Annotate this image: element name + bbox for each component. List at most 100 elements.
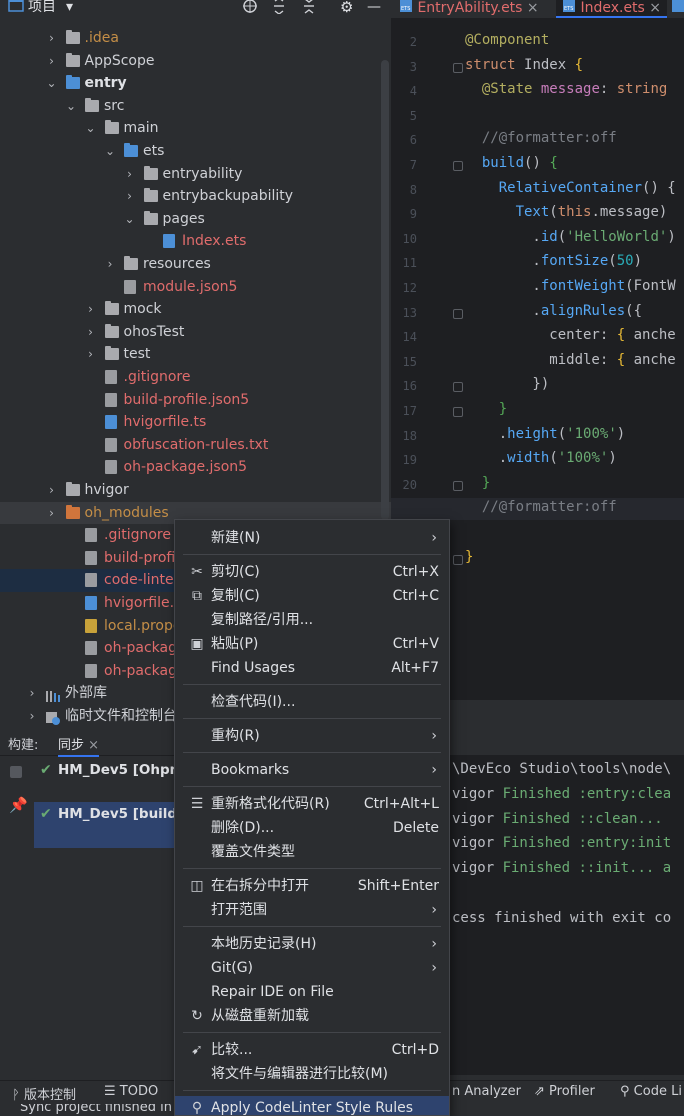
menu-item[interactable]: Find Usages Alt+F7: [175, 656, 449, 680]
menu-item[interactable]: 打开范围 ›: [175, 898, 449, 922]
fold-icon[interactable]: [453, 382, 463, 393]
tree-item[interactable]: › hvigor: [0, 479, 391, 502]
chevron-right-icon[interactable]: ›: [85, 321, 97, 343]
menu-item[interactable]: ◫ 在右拆分中打开 Shift+Enter: [175, 874, 449, 898]
tab-sync-close-icon[interactable]: ×: [88, 738, 99, 753]
fold-icon[interactable]: [453, 407, 463, 417]
target-icon[interactable]: [242, 0, 258, 18]
fold-icon[interactable]: [453, 62, 463, 73]
tab-overflow[interactable]: [671, 0, 684, 18]
chevron-right-icon[interactable]: ›: [46, 27, 58, 49]
menu-item[interactable]: ➹ 比较... Ctrl+D: [175, 1038, 449, 1062]
menu-item[interactable]: ⚲ Apply CodeLinter Style Rules: [175, 1096, 449, 1115]
chevron-right-icon[interactable]: ›: [46, 50, 58, 72]
tab-close-icon[interactable]: ×: [527, 0, 539, 16]
tree-item[interactable]: .gitignore: [0, 366, 391, 389]
tree-item[interactable]: ⌄ entry: [0, 72, 391, 95]
tree-item[interactable]: › ohosTest: [0, 321, 391, 344]
menu-item[interactable]: 检查代码(I)...: [175, 690, 449, 714]
chevron-right-icon[interactable]: ›: [26, 682, 38, 704]
collapse-all-icon[interactable]: [302, 0, 316, 18]
build-console[interactable]: \DevEco Studio\tools\node\ vigor Finished…: [450, 755, 684, 1075]
tree-item[interactable]: › resources: [0, 253, 391, 276]
tree-item[interactable]: › entrybackupability: [0, 185, 391, 208]
menu-item[interactable]: ✂ 剪切(C) Ctrl+X: [175, 560, 449, 584]
tree-item[interactable]: build-profile.json5: [0, 389, 391, 412]
version-control-button[interactable]: ᚹ 版本控制: [12, 1084, 76, 1103]
chevron-down-icon[interactable]: ⌄: [85, 117, 97, 139]
tree-item[interactable]: › AppScope: [0, 50, 391, 73]
pin-icon[interactable]: 📌: [9, 796, 28, 814]
tab-sync[interactable]: 同步 ×: [58, 734, 100, 757]
tree-item[interactable]: › mock: [0, 298, 391, 321]
menu-item[interactable]: Git(G) ›: [175, 956, 449, 980]
tree-item[interactable]: ⌄ ets: [0, 140, 391, 163]
code-token: .: [465, 425, 508, 442]
profiler-button[interactable]: ⇗ Profiler: [534, 1084, 595, 1099]
tab-index[interactable]: ETS Index.ets ×: [556, 0, 668, 18]
build-task-row-selected[interactable]: ✔ HM_Dev5 [build i: [34, 802, 186, 848]
chevron-down-icon[interactable]: ⌄: [104, 140, 116, 162]
chevron-down-icon[interactable]: ⌄: [124, 208, 136, 230]
chevron-down-icon[interactable]: ⌄: [65, 95, 77, 117]
tree-item[interactable]: ⌄ src: [0, 95, 391, 118]
menu-item[interactable]: 删除(D)... Delete: [175, 816, 449, 840]
menu-item[interactable]: 重构(R) ›: [175, 724, 449, 748]
chevron-down-icon[interactable]: ⌄: [46, 72, 58, 94]
build-task-row[interactable]: ✔ HM_Dev5 [Ohpm: [34, 758, 184, 782]
chevron-right-icon[interactable]: ›: [46, 479, 58, 501]
menu-item[interactable]: ↻ 从磁盘重新加载: [175, 1004, 449, 1028]
chevron-right-icon[interactable]: ›: [104, 253, 116, 275]
tree-item[interactable]: ⌄ main: [0, 117, 391, 140]
gear-icon[interactable]: ⚙: [340, 0, 353, 18]
menu-item[interactable]: ⧉ 复制(C) Ctrl+C: [175, 584, 449, 608]
stop-icon[interactable]: [10, 766, 22, 778]
profiler-label: Profiler: [549, 1084, 595, 1099]
tab-entryability[interactable]: ETS EntryAbility.ets ×: [399, 0, 539, 18]
tree-item[interactable]: obfuscation-rules.txt: [0, 434, 391, 457]
console-token: Finished: [502, 810, 579, 827]
view-dropdown-chevron-icon[interactable]: ▾: [66, 0, 73, 18]
expand-all-icon[interactable]: [272, 0, 286, 18]
fold-icon[interactable]: [453, 554, 463, 565]
project-view-icon[interactable]: [8, 0, 24, 18]
menu-item[interactable]: Repair IDE on File: [175, 980, 449, 1004]
project-view-title[interactable]: 项目: [28, 0, 56, 18]
code-line: }: [465, 549, 473, 565]
tree-item[interactable]: module.json5: [0, 276, 391, 299]
menu-item[interactable]: ▣ 粘贴(P) Ctrl+V: [175, 632, 449, 656]
chevron-right-icon[interactable]: ›: [85, 298, 97, 320]
project-scrollbar[interactable]: [381, 60, 389, 520]
fold-icon[interactable]: [453, 308, 463, 319]
fold-icon[interactable]: [453, 161, 463, 171]
todo-button[interactable]: ☰ TODO: [104, 1084, 158, 1099]
config-file-icon: [85, 550, 97, 565]
menu-item[interactable]: 将文件与编辑器进行比较(M): [175, 1062, 449, 1086]
tab-close-icon[interactable]: ×: [649, 0, 661, 16]
tree-item[interactable]: › .idea: [0, 27, 391, 50]
tree-item[interactable]: › entryability: [0, 163, 391, 186]
tree-item[interactable]: › test: [0, 343, 391, 366]
analyzer-button[interactable]: n Analyzer: [452, 1084, 521, 1099]
tree-item[interactable]: oh-package.json5: [0, 456, 391, 479]
menu-item[interactable]: 本地历史记录(H) ›: [175, 932, 449, 956]
chevron-right-icon[interactable]: ›: [46, 502, 58, 524]
chevron-right-icon[interactable]: ›: [124, 185, 136, 207]
menu-item[interactable]: Bookmarks ›: [175, 758, 449, 782]
chevron-right-icon[interactable]: ›: [26, 705, 38, 727]
menu-item[interactable]: 覆盖文件类型: [175, 840, 449, 864]
line-number: 7: [409, 158, 417, 172]
fold-icon[interactable]: [453, 480, 463, 491]
tree-item[interactable]: Index.ets: [0, 230, 391, 253]
menu-item[interactable]: ☰ 重新格式化代码(R) Ctrl+Alt+L: [175, 792, 449, 816]
code-token: @State: [481, 81, 541, 98]
codelinter-button[interactable]: ⚲ Code Li: [620, 1084, 682, 1099]
menu-item[interactable]: 新建(N) ›: [175, 526, 449, 550]
tree-item[interactable]: hvigorfile.ts: [0, 411, 391, 434]
ets-file-icon: [163, 234, 175, 249]
chevron-right-icon[interactable]: ›: [124, 163, 136, 185]
tree-item[interactable]: ⌄ pages: [0, 208, 391, 231]
minimize-icon[interactable]: —: [367, 0, 381, 18]
chevron-right-icon[interactable]: ›: [85, 343, 97, 365]
menu-item[interactable]: 复制路径/引用...: [175, 608, 449, 632]
